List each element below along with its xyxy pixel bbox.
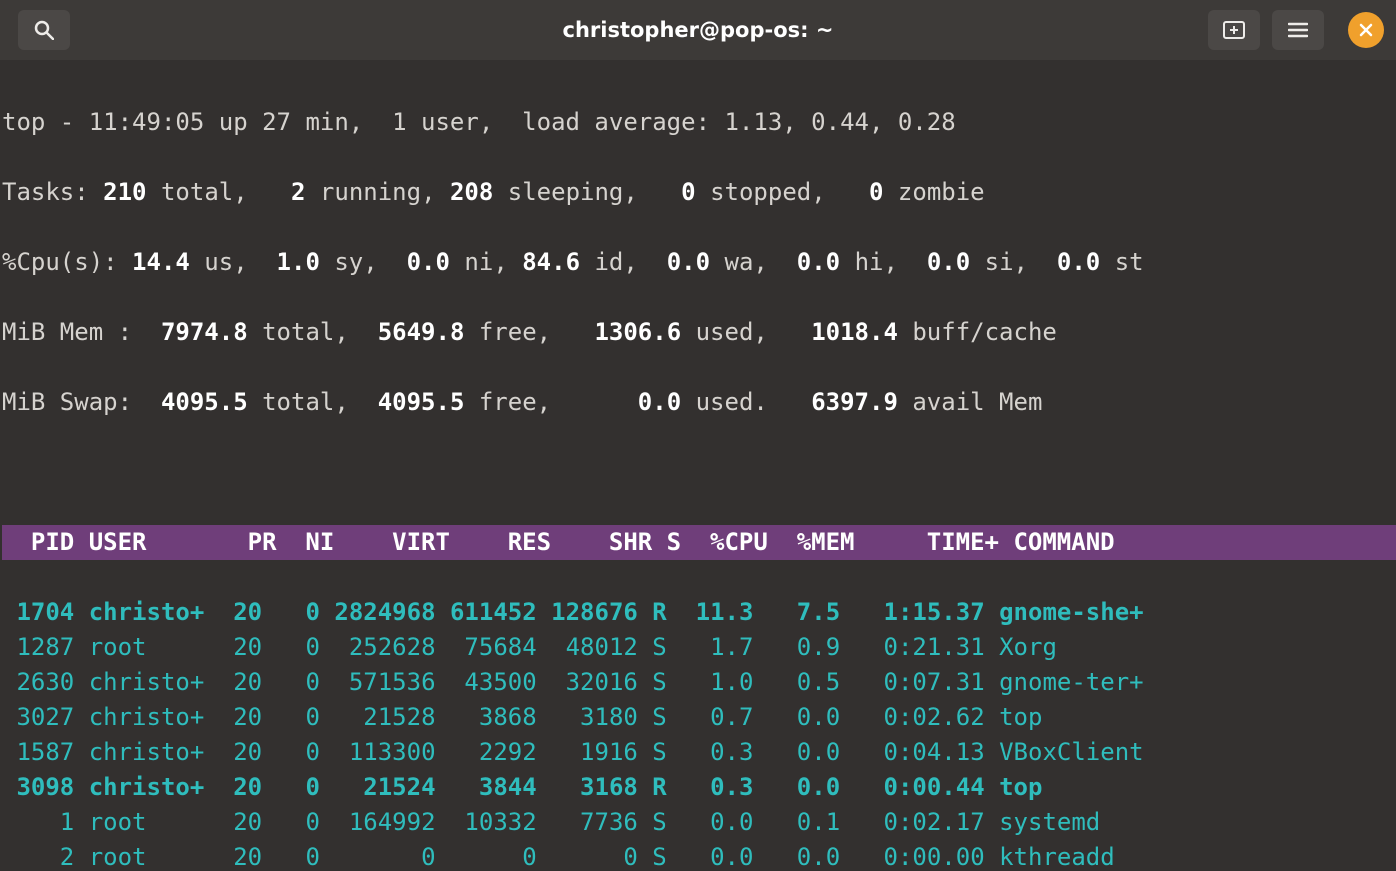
table-row: 1 root 20 0 164992 10332 7736 S 0.0 0.1 … [2, 805, 1396, 840]
table-row: 2 root 20 0 0 0 0 S 0.0 0.0 0:00.00 kthr… [2, 840, 1396, 871]
new-tab-icon [1223, 21, 1245, 39]
table-row: 1287 root 20 0 252628 75684 48012 S 1.7 … [2, 630, 1396, 665]
window-title: christopher@pop-os: ~ [0, 18, 1396, 42]
table-row: 2630 christo+ 20 0 571536 43500 32016 S … [2, 665, 1396, 700]
blank-line [2, 455, 1396, 490]
new-tab-button[interactable] [1208, 10, 1260, 50]
process-table-body: 1704 christo+ 20 0 2824968 611452 128676… [2, 595, 1396, 871]
titlebar: christopher@pop-os: ~ [0, 0, 1396, 60]
table-row: 3098 christo+ 20 0 21524 3844 3168 R 0.3… [2, 770, 1396, 805]
process-table-header: PID USER PR NI VIRT RES SHR S %CPU %MEM … [2, 525, 1396, 560]
close-icon [1359, 23, 1373, 37]
summary-line-uptime: top - 11:49:05 up 27 min, 1 user, load a… [2, 105, 1396, 140]
summary-line-cpu: %Cpu(s): 14.4 us, 1.0 sy, 0.0 ni, 84.6 i… [2, 245, 1396, 280]
table-row: 3027 christo+ 20 0 21528 3868 3180 S 0.7… [2, 700, 1396, 735]
table-row: 1587 christo+ 20 0 113300 2292 1916 S 0.… [2, 735, 1396, 770]
summary-line-tasks: Tasks: 210 total, 2 running, 208 sleepin… [2, 175, 1396, 210]
search-icon [34, 20, 54, 40]
hamburger-menu-button[interactable] [1272, 10, 1324, 50]
summary-line-swap: MiB Swap: 4095.5 total, 4095.5 free, 0.0… [2, 385, 1396, 420]
close-button[interactable] [1348, 12, 1384, 48]
search-button[interactable] [18, 10, 70, 50]
terminal-output[interactable]: top - 11:49:05 up 27 min, 1 user, load a… [0, 60, 1396, 871]
summary-line-mem: MiB Mem : 7974.8 total, 5649.8 free, 130… [2, 315, 1396, 350]
hamburger-icon [1288, 22, 1308, 38]
table-row: 1704 christo+ 20 0 2824968 611452 128676… [2, 595, 1396, 630]
